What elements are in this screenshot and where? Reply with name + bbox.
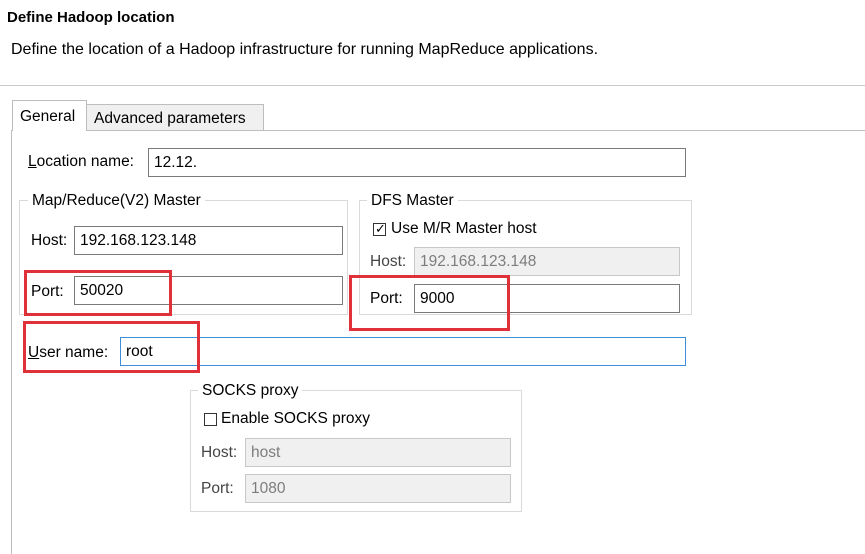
socks-host-input: host xyxy=(245,438,511,467)
mr-master-port-input[interactable]: 50020 xyxy=(74,276,343,305)
user-name-input[interactable]: root xyxy=(120,337,686,366)
mr-master-title: Map/Reduce(V2) Master xyxy=(28,192,205,210)
page-title: Define Hadoop location xyxy=(7,9,175,26)
enable-socks-proxy-label[interactable]: Enable SOCKS proxy xyxy=(221,410,370,428)
tab-advanced-parameters[interactable]: Advanced parameters xyxy=(86,104,264,130)
dfs-master-port-label: Port: xyxy=(370,290,403,307)
dfs-master-host-input: 192.168.123.148 xyxy=(414,247,680,276)
dialog-header: Define Hadoop location Define the locati… xyxy=(0,0,865,86)
mr-master-port-label: Port: xyxy=(31,283,64,300)
tab-strip: General Advanced parameters xyxy=(0,86,865,131)
dfs-master-title: DFS Master xyxy=(367,192,458,210)
socks-host-label: Host: xyxy=(201,444,238,461)
mr-master-host-label: Host: xyxy=(31,232,68,249)
use-mr-master-host-checkbox[interactable]: ✓ xyxy=(373,221,386,236)
location-name-input[interactable]: 12.12. xyxy=(148,148,686,177)
socks-proxy-title: SOCKS proxy xyxy=(198,382,303,400)
enable-socks-proxy-checkbox[interactable] xyxy=(204,413,217,426)
socks-port-input: 1080 xyxy=(245,474,511,503)
tab-general[interactable]: General xyxy=(12,100,87,131)
user-name-label: User name: xyxy=(28,344,109,361)
dfs-master-port-input[interactable]: 9000 xyxy=(414,284,680,313)
checkmark-icon: ✓ xyxy=(375,221,386,236)
page-description: Define the location of a Hadoop infrastr… xyxy=(11,41,599,58)
use-mr-master-host-label[interactable]: Use M/R Master host xyxy=(391,220,537,238)
dfs-master-host-label: Host: xyxy=(370,253,407,270)
location-name-label: Location name: xyxy=(28,153,134,170)
socks-port-label: Port: xyxy=(201,480,234,497)
general-tab-panel: Location name: 12.12. Map/Reduce(V2) Mas… xyxy=(11,130,865,554)
mr-master-host-input[interactable]: 192.168.123.148 xyxy=(74,226,343,255)
dialog-body: General Advanced parameters Location nam… xyxy=(0,86,865,554)
